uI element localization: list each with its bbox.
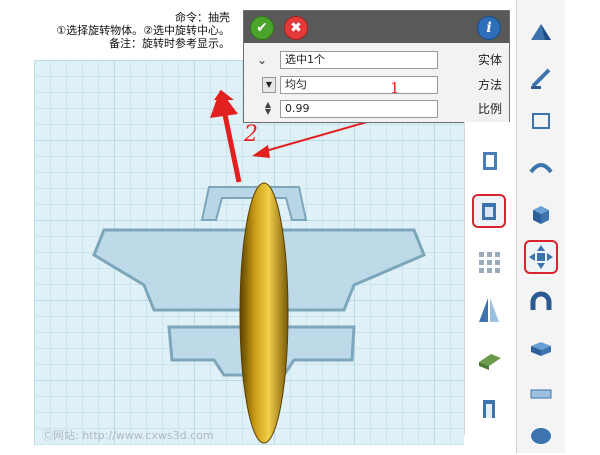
split-tool-icon[interactable] xyxy=(473,342,505,374)
entity-field[interactable]: 选中1个 xyxy=(280,51,438,69)
frame-tool-icon[interactable] xyxy=(525,106,557,138)
panel-header: ✔ ✖ i xyxy=(244,11,509,43)
method-label: 方法 xyxy=(477,78,502,92)
confirm-icon[interactable]: ✔ xyxy=(250,16,274,40)
move-tool-icon[interactable] xyxy=(524,240,558,274)
hollow-tool-icon[interactable] xyxy=(472,194,506,228)
arc-tool-icon[interactable] xyxy=(525,286,557,318)
info-icon[interactable]: i xyxy=(477,16,501,40)
spinner-icon[interactable]: ▲ ▼ xyxy=(262,101,274,117)
measure-tool-icon[interactable] xyxy=(525,378,557,410)
method-select[interactable]: 均匀 xyxy=(280,76,438,94)
dropdown-arrow-icon[interactable]: ▼ xyxy=(262,77,276,93)
basic-shape-tool-icon[interactable] xyxy=(525,16,557,48)
entity-row: ⌄ 选中1个 实体 xyxy=(250,51,504,69)
box-tool-icon[interactable] xyxy=(525,332,557,364)
sketch-tool-icon[interactable] xyxy=(525,62,557,94)
entity-label: 实体 xyxy=(477,53,502,67)
chevron-down-icon[interactable]: ⌄ xyxy=(250,51,274,69)
main-toolbar xyxy=(516,0,565,453)
render-tool-icon[interactable] xyxy=(525,420,557,452)
watermark: Ⓒ网站: http://www.cxws3d.com xyxy=(42,429,214,442)
command-hint: 命令：抽壳 ①选择旋转物体。②选中旋转中心。 备注：旋转时参考显示。 xyxy=(0,11,230,50)
solid-tool-icon[interactable] xyxy=(525,198,557,230)
sub-toolbar xyxy=(464,122,513,435)
shell-tool-icon[interactable] xyxy=(473,144,505,176)
hint-line: 命令：抽壳 xyxy=(175,11,230,24)
ratio-label: 比例 xyxy=(477,102,502,116)
annotation-number-two: 2 xyxy=(244,122,258,147)
extend-tool-icon[interactable] xyxy=(473,392,505,424)
ratio-row: 0.99 ▲ ▼ 比例 xyxy=(250,100,504,118)
cancel-icon[interactable]: ✖ xyxy=(284,16,308,40)
pattern-tool-icon[interactable] xyxy=(473,246,505,278)
curve-tool-icon[interactable] xyxy=(525,152,557,184)
mirror-tool-icon[interactable] xyxy=(473,294,505,326)
shell-command-panel: ✔ ✖ i ⌄ 选中1个 实体 均匀 ▼ 方法 0.99 ▲ ▼ 比例 1 xyxy=(243,10,510,123)
hint-line: ①选择旋转物体。②选中旋转中心。 xyxy=(56,24,230,37)
annotation-number-one: 1 xyxy=(390,79,400,97)
hint-line: 备注：旋转时参考显示。 xyxy=(109,37,230,50)
ratio-input[interactable]: 0.99 xyxy=(280,100,438,118)
method-row: 均匀 ▼ 方法 xyxy=(250,76,504,94)
